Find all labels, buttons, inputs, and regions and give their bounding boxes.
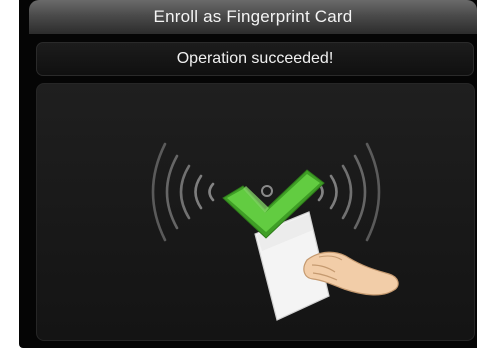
screen: Enroll as Fingerprint Card Operation suc… (0, 0, 477, 348)
reader-dot-icon (261, 185, 273, 197)
status-message: Operation succeeded! (176, 50, 334, 67)
card-tap-success-illustration (151, 142, 399, 321)
window-title: Enroll as Fingerprint Card (29, 0, 477, 34)
device-display: Enroll as Fingerprint Card Operation suc… (19, 0, 477, 348)
content-panel (36, 83, 475, 341)
wave-left-icon (151, 142, 215, 242)
status-message-bar: Operation succeeded! (36, 42, 474, 76)
wave-right-icon (317, 142, 381, 242)
